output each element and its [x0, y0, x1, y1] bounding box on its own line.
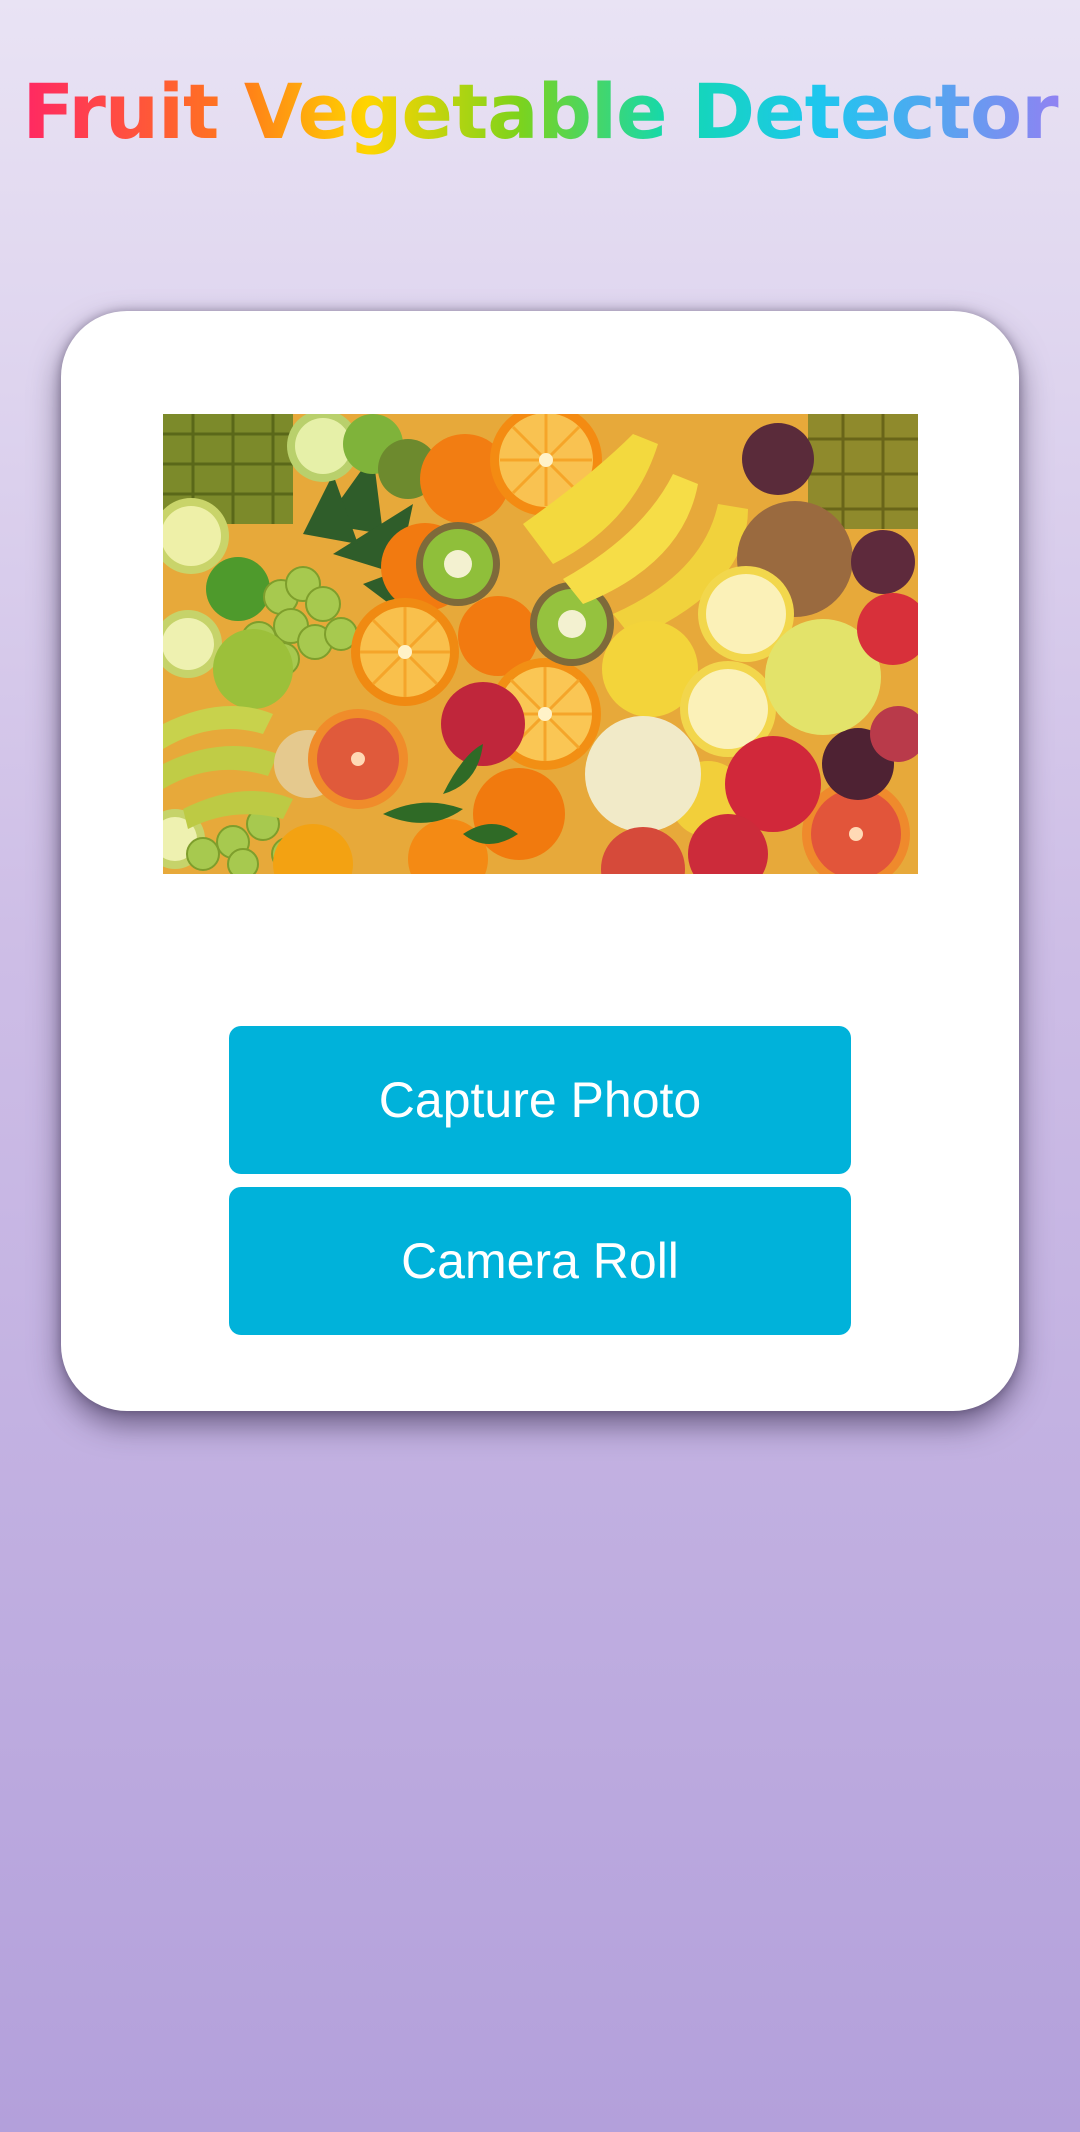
capture-photo-button[interactable]: Capture Photo — [229, 1026, 851, 1174]
camera-roll-button[interactable]: Camera Roll — [229, 1187, 851, 1335]
app-title: Fruit Vegetable Detector — [0, 62, 1080, 162]
main-card: Capture Photo Camera Roll — [61, 311, 1019, 1411]
fruit-photo — [163, 414, 918, 874]
fruit-photo-image — [163, 414, 918, 874]
